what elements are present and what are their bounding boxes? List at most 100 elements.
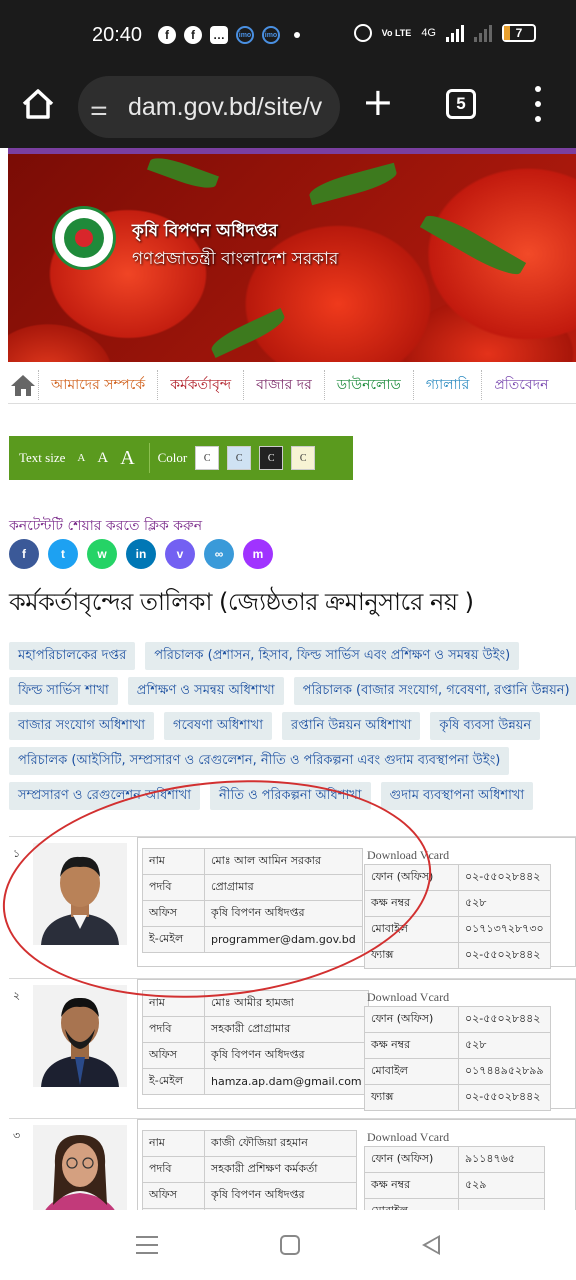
color-white-button[interactable]: C: [195, 446, 220, 470]
download-vcard-link[interactable]: Download Vcard: [367, 848, 449, 863]
recents-icon[interactable]: [136, 1236, 158, 1254]
imo-icon: imo: [236, 26, 254, 44]
officer-email[interactable]: hamza.ap.dam@gmail.com: [204, 1068, 369, 1095]
system-home-icon[interactable]: [280, 1235, 300, 1255]
site-title: কৃষি বিপণন অধিদপ্তর: [132, 221, 278, 241]
officer-mobile[interactable]: ০১৭১৩৭২৮৭৩০: [458, 916, 551, 943]
home-icon[interactable]: [18, 84, 58, 124]
tag-warehouse[interactable]: গুদাম ব্যবস্থাপনা অধিশাখা: [380, 782, 534, 810]
phone-office-label: ফোন (অফিস): [364, 1006, 459, 1033]
download-vcard-link[interactable]: Download Vcard: [367, 1130, 449, 1145]
fax-label: ফ্যাক্স: [364, 1084, 459, 1111]
nav-home-icon[interactable]: [8, 370, 38, 400]
tag-dg-office[interactable]: মহাপরিচালকের দপ্তর: [9, 642, 136, 670]
more-menu-icon[interactable]: [528, 86, 548, 122]
officer-contact-table: ফোন (অফিস) ০২-৫৫০২৮৪৪২ কক্ষ নম্বর ৫২৮ মোবাইল…: [364, 1006, 551, 1111]
officer-serial: ২: [13, 989, 21, 1002]
tag-market-linkage[interactable]: বাজার সংযোগ অধিশাখা: [9, 712, 155, 740]
messenger-icon[interactable]: m: [243, 539, 273, 569]
tag-row: সম্প্রসারণ ও রেগুলেশন অধিশাখা নীতি ও পরি…: [9, 782, 534, 810]
tag-agribusiness[interactable]: কৃষি ব্যবসা উন্নয়ন: [430, 712, 541, 740]
alarm-icon: [353, 24, 372, 42]
text-size-medium-button[interactable]: A: [97, 450, 108, 467]
officer-details-table: নাম মোঃ আল আমিন সরকার পদবি প্রোগ্রামার অফিস ক…: [142, 848, 363, 953]
link-icon[interactable]: ∞: [204, 539, 234, 569]
officer-phone-office[interactable]: ৯১১৪৭৬৫: [458, 1146, 545, 1173]
name-label: নাম: [142, 1130, 205, 1157]
text-size-small-button[interactable]: A: [77, 452, 85, 464]
govt-logo[interactable]: [52, 206, 116, 270]
room-label: কক্ষ নম্বর: [364, 1032, 459, 1059]
email-label: ই-মেইল: [142, 926, 205, 953]
viber-icon[interactable]: v: [165, 539, 195, 569]
battery-level: 7: [515, 26, 523, 40]
tab-switcher-button[interactable]: 5: [446, 89, 476, 119]
notification-icons: f f … imo imo: [158, 26, 300, 44]
browser-toolbar: ⚌ dam.gov.bd/site/v + 5: [0, 72, 576, 148]
officer-name: কাজী ফৌজিয়া রহমান: [204, 1130, 357, 1157]
office-label: অফিস: [142, 900, 205, 927]
whatsapp-icon[interactable]: w: [87, 539, 117, 569]
nav-market-price[interactable]: বাজার দর: [243, 369, 324, 400]
officer-mobile[interactable]: ০১৭৪৪৯৫২৮৯৯: [458, 1058, 551, 1085]
address-bar[interactable]: ⚌ dam.gov.bd/site/v: [78, 76, 340, 138]
text-size-label: Text size: [19, 450, 66, 465]
nav-officers[interactable]: কর্মকর্তাবৃন্দ: [157, 369, 243, 400]
tag-director-market[interactable]: পরিচালক (বাজার সংযোগ, গবেষণা, রপ্তানি উন…: [293, 677, 576, 705]
officer-designation: সহকারী প্রশিক্ষণ কর্মকর্তা: [204, 1156, 357, 1183]
twitter-icon[interactable]: t: [48, 539, 78, 569]
tag-training-coordination[interactable]: প্রশিক্ষণ ও সমন্বয় অধিশাখা: [127, 677, 284, 705]
designation-label: পদবি: [142, 874, 205, 901]
nav-gallery[interactable]: গ্যালারি: [412, 369, 482, 400]
new-tab-icon[interactable]: +: [362, 80, 394, 124]
color-blue-button[interactable]: C: [227, 446, 252, 470]
officer-name: মোঃ আল আমিন সরকার: [204, 848, 363, 875]
text-size-large-button[interactable]: A: [120, 447, 134, 470]
officer-serial: ৩: [13, 1129, 21, 1142]
status-bar: 20:40 f f … imo imo Vo LTE 4G 7: [0, 0, 576, 72]
color-cream-button[interactable]: C: [291, 446, 316, 470]
room-label: কক্ষ নম্বর: [364, 890, 459, 917]
office-label: অফিস: [142, 1042, 205, 1069]
nav-about[interactable]: আমাদের সম্পর্কে: [38, 369, 157, 400]
tag-director-ict[interactable]: পরিচালক (আইসিটি, সম্প্রসারণ ও রেগুলেশন, …: [9, 747, 510, 775]
share-label: কনটেন্টটি শেয়ার করতে ক্লিক করুন: [9, 518, 203, 534]
officer-phone-office[interactable]: ০২-৫৫০২৮৪৪২: [458, 864, 551, 891]
officer-room: ৫২৮: [458, 890, 551, 917]
color-dark-button[interactable]: C: [259, 446, 284, 470]
tag-row: বাজার সংযোগ অধিশাখা গবেষণা অধিশাখা রপ্তা…: [9, 712, 541, 740]
site-settings-icon[interactable]: ⚌: [90, 96, 108, 120]
imo-icon: imo: [262, 26, 280, 44]
message-icon: …: [210, 26, 228, 44]
officer-phone-office[interactable]: ০২-৫৫০২৮৪৪২: [458, 1006, 551, 1033]
color-label: Color: [157, 450, 188, 465]
tag-research[interactable]: গবেষণা অধিশাখা: [164, 712, 272, 740]
tag-extension-regulation[interactable]: সম্প্রসারণ ও রেগুলেশন অধিশাখা: [9, 782, 200, 810]
officer-photo: [33, 843, 127, 945]
tag-row: মহাপরিচালকের দপ্তর পরিচালক (প্রশাসন, হিস…: [9, 642, 520, 670]
mobile-label: মোবাইল: [364, 1058, 459, 1085]
officer-serial: ১: [13, 847, 21, 860]
download-vcard-link[interactable]: Download Vcard: [367, 990, 449, 1005]
facebook-icon[interactable]: f: [9, 539, 39, 569]
tag-export-development[interactable]: রপ্তানি উন্নয়ন অধিশাখা: [282, 712, 421, 740]
linkedin-icon[interactable]: in: [126, 539, 156, 569]
name-label: নাম: [142, 848, 205, 875]
email-label: ই-মেইল: [142, 1068, 205, 1095]
url-text[interactable]: dam.gov.bd/site/v: [128, 93, 334, 122]
accessibility-toolbar: Text size A A A Color C C C C: [9, 436, 353, 480]
designation-label: পদবি: [142, 1016, 205, 1043]
leaf-decoration: [419, 207, 527, 283]
facebook-icon: f: [184, 26, 202, 44]
tag-director-admin[interactable]: পরিচালক (প্রশাসন, হিসাব, ফিল্ড সার্ভিস এ…: [145, 642, 520, 670]
tag-field-service[interactable]: ফিল্ড সার্ভিস শাখা: [9, 677, 118, 705]
main-nav: আমাদের সম্পর্কে কর্মকর্তাবৃন্দ বাজার দর …: [8, 366, 576, 404]
tag-row: পরিচালক (আইসিটি, সম্প্রসারণ ও রেগুলেশন, …: [9, 747, 510, 775]
network-type: 4G: [421, 27, 436, 39]
officer-email[interactable]: programmer@dam.gov.bd: [204, 926, 363, 953]
nav-download[interactable]: ডাউনলোড: [323, 369, 413, 400]
back-icon[interactable]: [422, 1235, 440, 1255]
tag-policy-planning[interactable]: নীতি ও পরিকল্পনা অধিশাখা: [210, 782, 371, 810]
officer-room: ৫২৮: [458, 1032, 551, 1059]
nav-reports[interactable]: প্রতিবেদন: [481, 369, 560, 400]
